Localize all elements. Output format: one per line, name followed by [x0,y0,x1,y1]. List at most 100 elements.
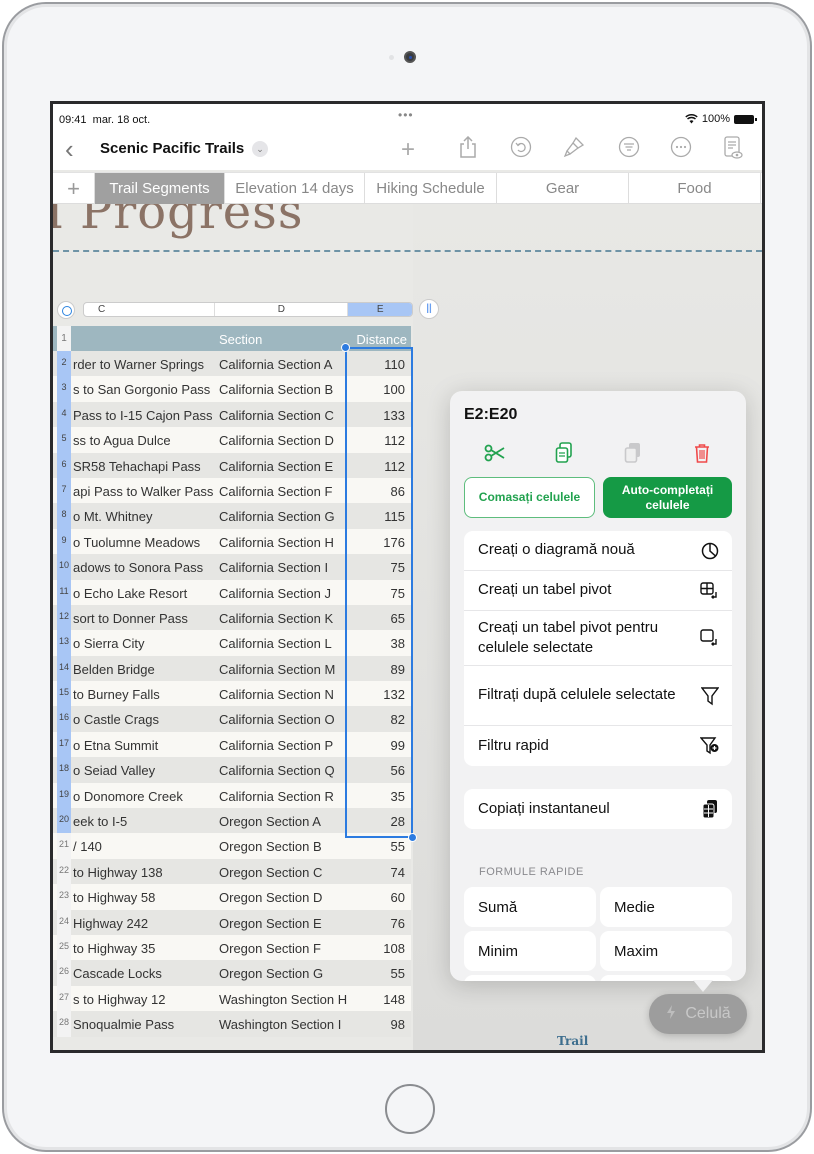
column-resize-handle[interactable]: || [419,299,439,319]
cell-segment[interactable]: to Highway 138 [73,865,213,880]
cell-segment[interactable]: Pass to I-15 Cajon Pass [73,408,213,423]
table-select-handle[interactable] [57,301,75,319]
row-number[interactable]: 20 [57,808,71,834]
cell-distance[interactable]: 38 [391,636,405,651]
row-number[interactable]: 23 [57,884,71,910]
row-number[interactable]: 24 [57,909,71,935]
row-number[interactable]: 15 [57,681,71,707]
organize-icon[interactable] [615,136,643,164]
formula-sum-button[interactable]: Sumă [464,887,596,927]
cell-distance[interactable]: 55 [391,966,405,981]
format-brush-icon[interactable] [560,136,588,164]
cell-section[interactable]: California Section K [219,611,333,626]
cell-section[interactable]: California Section O [219,712,335,727]
formula-min-button[interactable]: Minim [464,931,596,971]
row-number[interactable]: 26 [57,960,71,986]
back-chevron-icon[interactable]: ‹ [65,134,74,165]
cell-distance[interactable]: 35 [391,789,405,804]
row-number[interactable]: 7 [57,477,71,504]
cell-section[interactable]: California Section J [219,586,331,601]
more-icon[interactable] [667,136,695,164]
cell-section[interactable]: California Section A [219,357,332,372]
cell-distance[interactable]: 99 [391,738,405,753]
menu-item-filter-selection[interactable]: Filtrați după celulele selectate [464,666,732,726]
cell-distance[interactable]: 82 [391,712,405,727]
cell-segment[interactable]: s to Highway 12 [73,992,213,1007]
cell-section[interactable]: California Section E [219,459,333,474]
cell-segment[interactable]: to Highway 58 [73,890,213,905]
row-number[interactable]: 22 [57,858,71,885]
cell-section[interactable]: California Section L [219,636,332,651]
tab-hiking-schedule[interactable]: Hiking Schedule [365,173,497,204]
cell-distance[interactable]: 132 [383,687,405,702]
cell-section[interactable]: California Section D [219,433,334,448]
copy-icon[interactable] [548,439,580,467]
column-header-d[interactable]: D [215,303,349,316]
row-number[interactable]: 11 [57,579,71,605]
cell-segment[interactable]: rder to Warner Springs [73,357,213,372]
row-number[interactable]: 1 [57,326,71,351]
cell-section[interactable]: California Section F [219,484,332,499]
paste-icon[interactable] [617,439,649,467]
reader-view-icon[interactable] [719,136,747,164]
autofill-cells-button[interactable]: Auto-completați celulele [603,477,732,518]
row-number[interactable]: 17 [57,731,71,758]
cell-segment[interactable]: o Echo Lake Resort [73,586,213,601]
chevron-down-icon[interactable]: ⌄ [252,141,268,157]
cell-distance[interactable]: 89 [391,662,405,677]
tab-trail-segments[interactable]: Trail Segments [95,173,225,204]
cell-segment[interactable]: o Tuolumne Meadows [73,535,213,550]
add-sheet-button[interactable]: + [53,173,95,204]
cell-segment[interactable]: o Mt. Whitney [73,509,213,524]
cell-segment[interactable]: o Etna Summit [73,738,213,753]
cell-distance[interactable]: 112 [384,433,405,448]
cell-segment[interactable]: o Seiad Valley [73,763,213,778]
cell-segment[interactable]: sort to Donner Pass [73,611,213,626]
home-button[interactable] [385,1084,435,1134]
cell-segment[interactable]: eek to I-5 [73,814,213,829]
tab-food[interactable]: Food [629,173,761,204]
cell-section[interactable]: Washington Section I [219,1017,341,1032]
cell-segment[interactable]: Belden Bridge [73,662,213,677]
row-number[interactable]: 12 [57,604,71,631]
cell-section[interactable]: California Section B [219,382,333,397]
cell-distance[interactable]: 100 [383,382,405,397]
cell-segment[interactable]: s to San Gorgonio Pass [73,382,213,397]
formula-more-button[interactable] [464,975,596,981]
row-number[interactable]: 4 [57,401,71,428]
formula-average-button[interactable]: Medie [600,887,732,927]
cell-section[interactable]: California Section M [219,662,335,677]
row-number[interactable]: 3 [57,376,71,402]
cell-section[interactable]: California Section I [219,560,328,575]
cell-section[interactable]: California Section N [219,687,334,702]
trash-icon[interactable] [686,439,718,467]
cell-segment[interactable]: ss to Agua Dulce [73,433,213,448]
cut-icon[interactable] [479,439,511,467]
column-header-c[interactable]: C [84,303,216,316]
row-number[interactable]: 18 [57,757,71,783]
cell-distance[interactable]: 75 [391,586,405,601]
cell-section[interactable]: California Section G [219,509,335,524]
cell-section[interactable]: Oregon Section C [219,865,322,880]
cell-section[interactable]: Oregon Section B [219,839,322,854]
cell-segment[interactable]: Snoqualmie Pass [73,1017,213,1032]
cell-section[interactable]: Oregon Section G [219,966,323,981]
cell-segment[interactable]: o Donomore Creek [73,789,213,804]
row-number[interactable]: 9 [57,528,71,555]
cell-distance[interactable]: 115 [384,509,405,524]
cell-distance[interactable]: 60 [391,890,405,905]
row-number[interactable]: 27 [57,985,71,1012]
cell-distance[interactable]: 110 [384,357,405,372]
menu-item-copy-snapshot[interactable]: Copiați instantaneul [464,789,732,829]
cell-section[interactable]: California Section Q [219,763,335,778]
cell-section[interactable]: Oregon Section E [219,916,322,931]
cell-segment[interactable]: to Burney Falls [73,687,213,702]
cell-distance[interactable]: 86 [391,484,405,499]
cell-section[interactable]: Oregon Section F [219,941,321,956]
cell-section[interactable]: California Section P [219,738,333,753]
cell-distance[interactable]: 55 [391,839,405,854]
row-number[interactable]: 13 [57,630,71,656]
cell-distance[interactable]: 176 [383,535,405,550]
cell-segment[interactable]: Cascade Locks [73,966,213,981]
document-title[interactable]: Scenic Pacific Trails [100,140,244,157]
